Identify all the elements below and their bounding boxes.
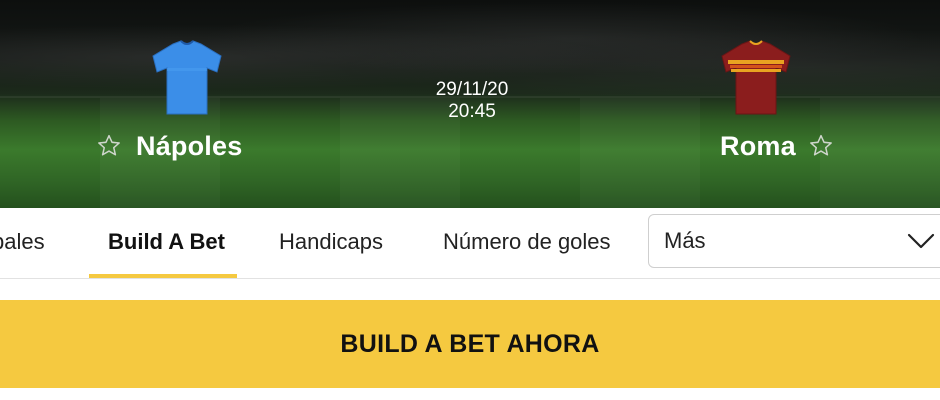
- more-markets-dropdown[interactable]: Más: [648, 214, 940, 268]
- favorite-away-star-icon[interactable]: [808, 133, 834, 159]
- match-header: Nápoles Roma 29/11/20 20:45: [0, 0, 940, 208]
- tab-handicaps[interactable]: Handicaps: [279, 208, 383, 276]
- pitch-stripe: [580, 98, 700, 208]
- match-time: 20:45: [448, 101, 496, 122]
- build-a-bet-button[interactable]: BUILD A BET AHORA: [0, 300, 940, 388]
- home-team: Nápoles: [96, 128, 242, 164]
- tab-build-a-bet[interactable]: Build A Bet: [108, 208, 225, 276]
- tab-principales[interactable]: pales: [0, 208, 45, 276]
- active-tab-indicator: [89, 274, 237, 278]
- build-a-bet-button-label: BUILD A BET AHORA: [340, 330, 600, 358]
- home-jersey-icon: [152, 40, 222, 115]
- tab-numero-de-goles[interactable]: Número de goles: [443, 208, 611, 276]
- away-jersey-icon: [721, 40, 791, 115]
- away-team-name: Roma: [720, 130, 796, 161]
- away-team: Roma: [720, 128, 834, 164]
- favorite-home-star-icon[interactable]: [96, 133, 122, 159]
- market-tabs: pales Build A Bet Handicaps Número de go…: [0, 208, 940, 279]
- more-markets-label: Más: [664, 228, 706, 253]
- chevron-down-icon: [907, 233, 935, 249]
- pitch-stripe: [820, 98, 940, 208]
- kickoff-time: 29/11/20 20:45: [410, 79, 534, 123]
- match-date: 29/11/20: [435, 79, 509, 100]
- home-team-name: Nápoles: [136, 130, 243, 161]
